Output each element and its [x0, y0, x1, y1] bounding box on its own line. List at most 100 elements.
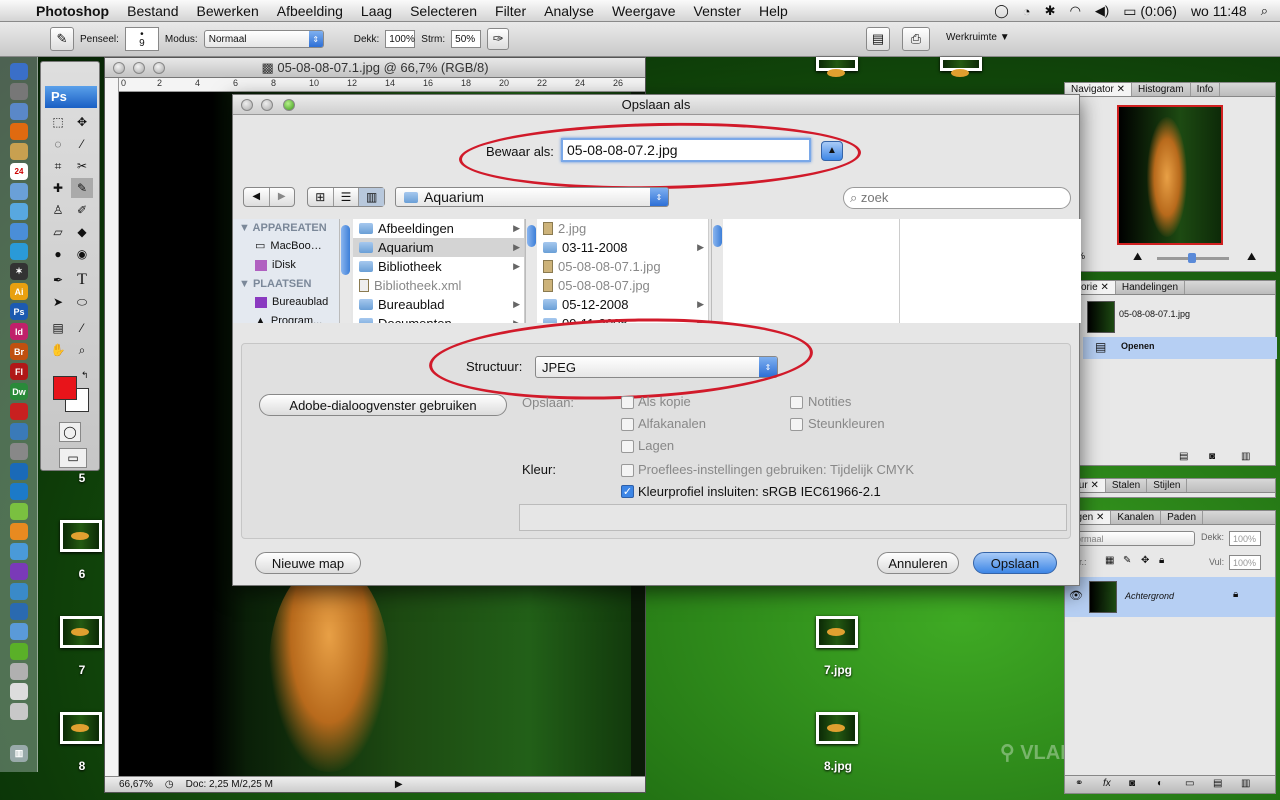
fx-icon[interactable]: fx — [1103, 778, 1111, 789]
brush-tool[interactable]: ✎ — [71, 178, 93, 198]
workspace-menu[interactable]: Werkruimte ▼ — [946, 32, 1010, 43]
app5-icon[interactable] — [10, 543, 28, 560]
ical-icon[interactable]: 24 — [10, 163, 28, 180]
ichat-icon[interactable] — [10, 203, 28, 220]
mode-select[interactable]: Normaal ⇕ — [203, 30, 324, 48]
photoshop-icon[interactable]: Ps — [10, 303, 28, 320]
address-book-icon[interactable] — [10, 143, 28, 160]
palette-well-button[interactable]: ▤ — [866, 27, 890, 51]
app12-icon[interactable] — [10, 683, 28, 700]
ruler-vertical[interactable] — [105, 78, 119, 778]
lasso-tool[interactable]: ◌ — [47, 134, 69, 154]
close-icon[interactable]: ✕ — [1090, 480, 1098, 491]
menu-selecteren[interactable]: Selecteren — [401, 3, 486, 19]
new-layer-icon[interactable]: ▤ — [1213, 778, 1222, 789]
history-item-open[interactable]: ▤ Openen — [1083, 337, 1277, 359]
finder-icon[interactable] — [10, 63, 28, 80]
flash-icon[interactable]: Fl — [10, 363, 28, 380]
menu-clock[interactable]: wo 11:48 — [1191, 3, 1247, 19]
spot-colors-checkbox[interactable] — [790, 418, 803, 431]
close-icon[interactable]: ✕ — [1096, 512, 1104, 523]
location-select[interactable]: Aquarium ⇕ — [395, 187, 669, 207]
dialog-titlebar[interactable]: Opslaan als — [233, 95, 1079, 115]
illustrator-icon[interactable]: Ai — [10, 283, 28, 300]
brush-preset-picker[interactable]: ✎ — [50, 27, 74, 51]
stamp-tool[interactable]: ♙ — [47, 200, 69, 220]
list-item[interactable]: Documenten ▶ — [353, 314, 524, 323]
trash-icon[interactable]: ▥ — [1241, 778, 1250, 789]
column-1-scrollbar[interactable] — [525, 219, 537, 323]
lock-pixels-icon[interactable]: ✎ — [1123, 555, 1131, 566]
safari-icon[interactable] — [10, 103, 28, 120]
network-icon[interactable] — [10, 423, 28, 440]
forward-button[interactable]: ▶ — [270, 188, 295, 206]
minimize-window-button[interactable] — [133, 62, 145, 74]
icon-view-button[interactable]: ⊞ — [308, 188, 334, 206]
list-item[interactable]: 05-12-2008 ▶ — [537, 295, 708, 314]
bridge-icon[interactable]: Br — [10, 343, 28, 360]
shape-tool[interactable]: ⬭ — [71, 292, 93, 312]
airbrush-button[interactable]: ✑ — [487, 28, 510, 50]
desktop-file-6[interactable] — [60, 520, 102, 552]
sidebar-item-idisk[interactable]: iDisk — [233, 256, 340, 275]
acrobat-icon[interactable] — [10, 403, 28, 420]
status-arrow-icon[interactable]: ▶ — [395, 779, 403, 790]
hand-tool[interactable]: ✋ — [47, 340, 69, 360]
lock-all-icon[interactable]: 🔒︎ — [1159, 555, 1164, 566]
list-view-button[interactable]: ☰ — [334, 188, 360, 206]
close-icon[interactable]: ✕ — [1117, 84, 1125, 95]
ikon-icon[interactable]: ✶ — [10, 263, 28, 280]
desktop-file-8[interactable] — [60, 712, 102, 744]
zoom-dialog-button[interactable] — [283, 99, 295, 111]
app8-icon[interactable] — [10, 603, 28, 620]
group-icon[interactable]: ▭ — [1185, 778, 1194, 789]
quick-mask-button[interactable]: ◯ — [59, 422, 81, 442]
column-2-scrollbar[interactable] — [711, 219, 723, 323]
tab-histogram[interactable]: Histogram — [1132, 83, 1191, 96]
list-item[interactable]: 05-08-08-07.jpg — [537, 276, 708, 295]
opacity-input[interactable]: 100% — [385, 30, 416, 48]
as-copy-checkbox[interactable] — [621, 396, 634, 409]
volume-icon[interactable]: ◀) — [1095, 3, 1109, 19]
list-item[interactable]: 05-08-08-07.1.jpg — [537, 257, 708, 276]
eyedropper-tool[interactable]: ⁄ — [71, 318, 93, 338]
system-prefs-icon[interactable] — [10, 443, 28, 460]
new-folder-button[interactable]: Nieuwe map — [255, 552, 361, 574]
history-snapshot-name[interactable]: 05-08-08-07.1.jpg — [1119, 309, 1190, 319]
zoom-slider-thumb[interactable] — [1188, 253, 1196, 263]
close-icon[interactable]: ✕ — [1100, 282, 1108, 293]
app7-icon[interactable] — [10, 583, 28, 600]
menu-filter[interactable]: Filter — [486, 3, 535, 19]
trash-icon[interactable]: ▥ — [1241, 451, 1250, 462]
tab-actions[interactable]: Handelingen — [1116, 281, 1186, 294]
icc-profile-checkbox[interactable]: ✓ — [621, 485, 634, 498]
swap-colors-icon[interactable]: ↰ — [81, 370, 89, 381]
desktop-file-top2[interactable] — [940, 57, 982, 77]
tab-styles[interactable]: Stijlen — [1147, 479, 1188, 492]
history-snapshot-thumb[interactable] — [1087, 301, 1115, 333]
app3-icon[interactable] — [10, 503, 28, 520]
search-field[interactable]: ⌕ zoek — [843, 187, 1071, 209]
indesign-icon[interactable]: Id — [10, 323, 28, 340]
app9-icon[interactable] — [10, 623, 28, 640]
tab-paths[interactable]: Paden — [1161, 511, 1204, 524]
type-tool[interactable]: T — [71, 270, 93, 290]
app-icon[interactable] — [10, 463, 28, 480]
adjustment-icon[interactable]: ◐ — [1157, 778, 1163, 789]
document-titlebar[interactable]: ▩ 05-08-08-07.1.jpg @ 66,7% (RGB/8) — [105, 58, 645, 78]
menu-venster[interactable]: Venster — [685, 3, 750, 19]
spotlight-icon[interactable]: ⌕ — [1261, 3, 1268, 19]
wifi-icon[interactable]: ◠ — [1070, 3, 1081, 19]
dreamweaver-icon[interactable]: Dw — [10, 383, 28, 400]
battery-status[interactable]: ▭ (0:06) — [1123, 3, 1177, 20]
eye-icon[interactable]: 👁︎ — [1069, 589, 1083, 602]
mail-icon[interactable] — [10, 223, 28, 240]
fill-input[interactable]: 100% — [1229, 555, 1261, 570]
scroll-thumb[interactable] — [341, 225, 350, 275]
iphoto-icon[interactable] — [10, 183, 28, 200]
tab-info[interactable]: Info — [1191, 83, 1221, 96]
app4-icon[interactable] — [10, 523, 28, 540]
back-button[interactable]: ◀ — [244, 188, 270, 206]
layer-row-background[interactable]: 👁︎ Achtergrond 🔒︎ — [1065, 577, 1275, 617]
dodge-tool[interactable]: ◉ — [71, 244, 93, 264]
